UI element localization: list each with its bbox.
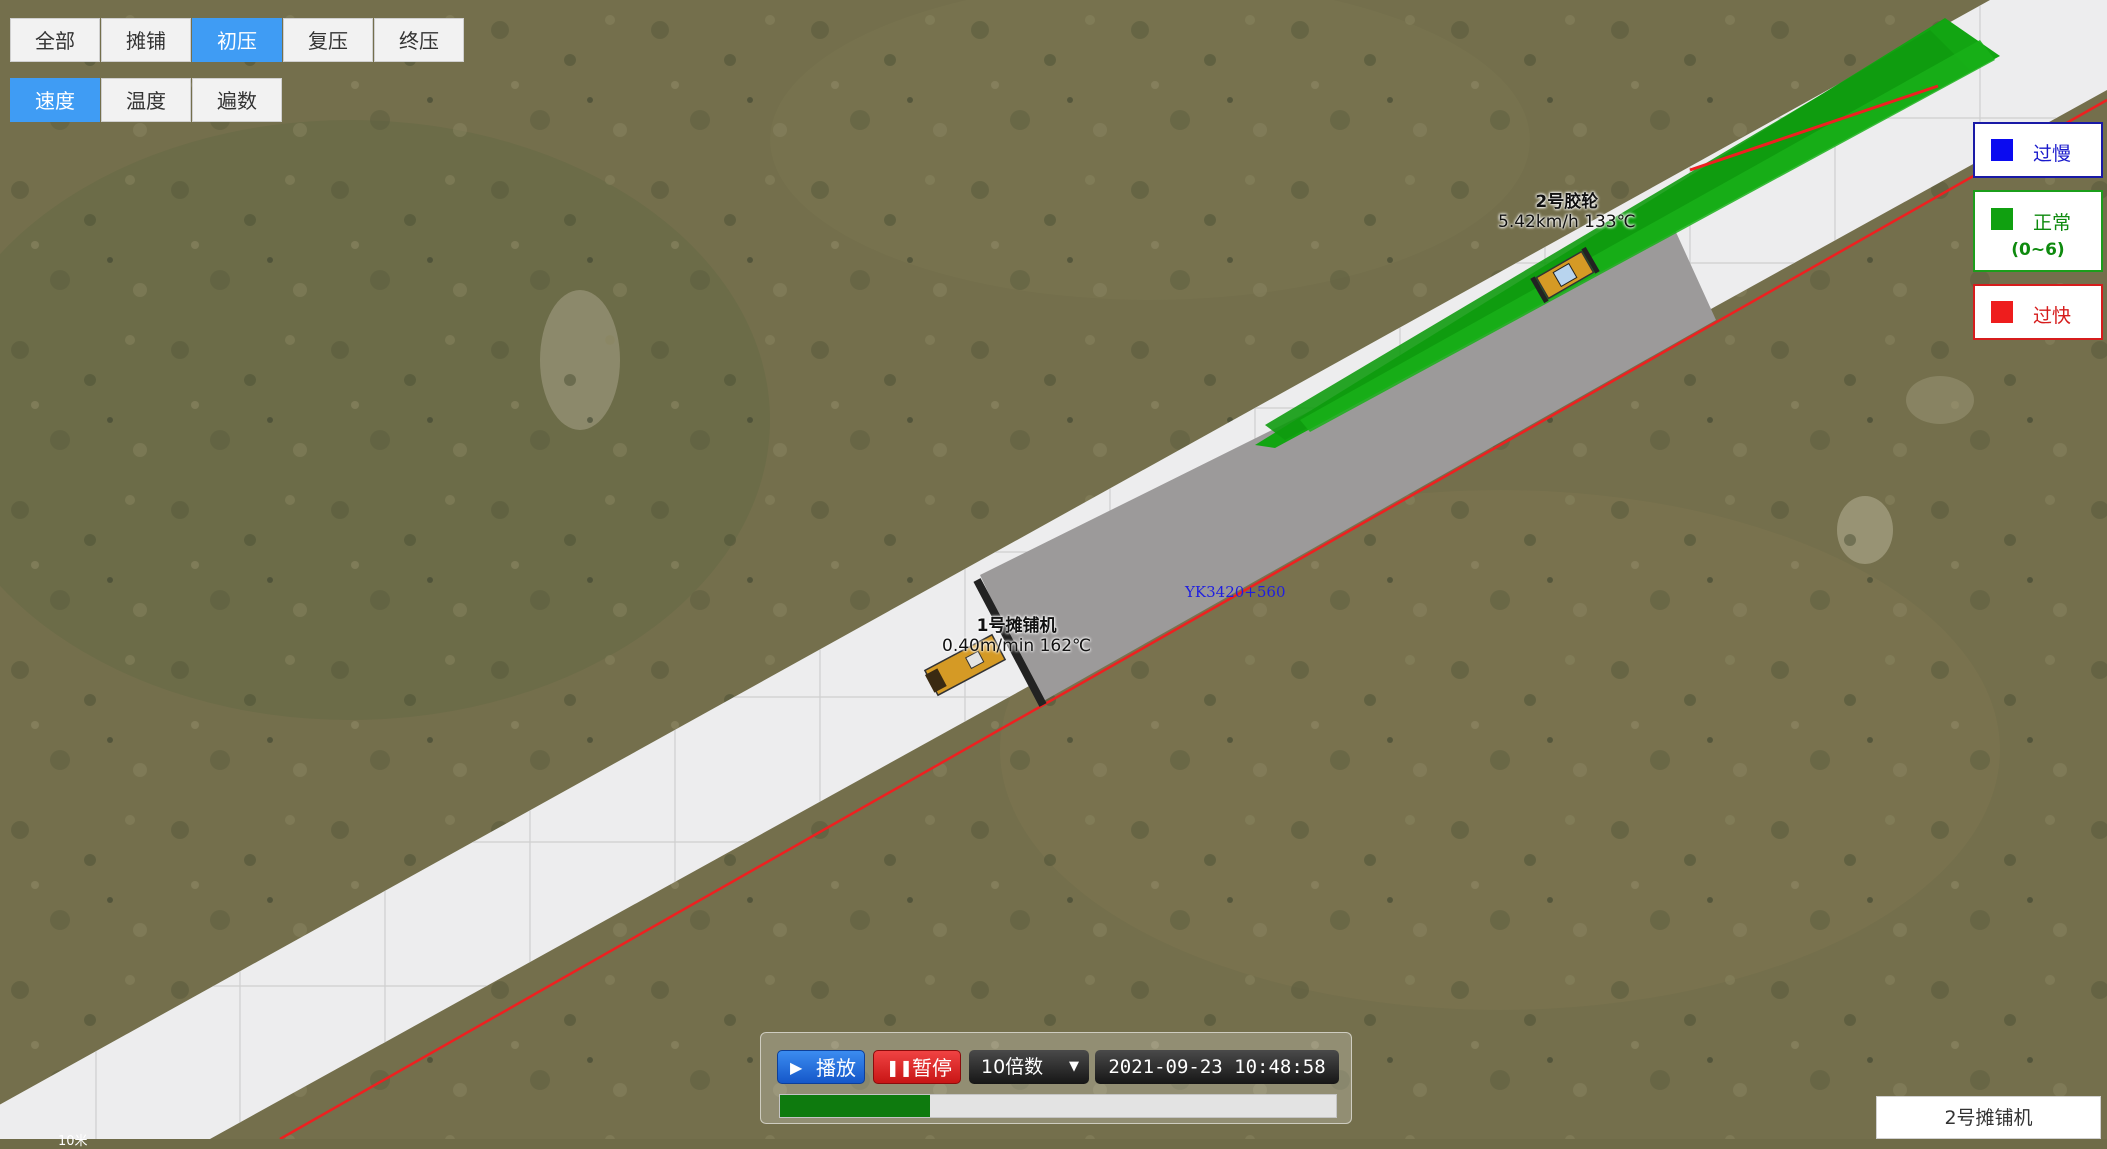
chevron-down-icon: ▼ [1069,1059,1079,1074]
legend-slow-swatch [1991,139,2013,161]
paver-name: 1号摊铺机 [976,616,1057,636]
roller-label: 2号胶轮 5.42km/h 133℃ [1498,192,1636,232]
tab-initial-compaction[interactable]: 初压 [192,18,282,62]
roller-name: 2号胶轮 [1535,192,1599,212]
scale-label: 10米 [58,1134,88,1149]
paver-label: 1号摊铺机 0.40m/min 162℃ [942,616,1091,656]
map-canvas[interactable] [0,0,2107,1139]
play-icon: ▶ [790,1058,803,1077]
pause-icon: ❚❚ [886,1058,913,1077]
playback-progress-bar[interactable] [779,1094,1337,1118]
play-button[interactable]: ▶ 播放 [777,1050,865,1084]
play-label: 播放 [816,1056,856,1080]
pause-label: 暂停 [912,1056,952,1080]
metric-tabs: 速度 温度 遍数 [10,78,283,122]
roller-info: 5.42km/h 133℃ [1498,212,1636,232]
legend-normal-range: (0~6) [2011,240,2065,260]
legend-fast-swatch [1991,301,2013,323]
legend-normal: 正常 (0~6) [1973,190,2103,272]
tab-final-compaction[interactable]: 终压 [374,18,464,62]
legend-fast-label: 过快 [2033,305,2072,327]
machine-select[interactable]: 2号摊铺机 [1876,1096,2101,1139]
legend-slow: 过慢 [1973,122,2103,178]
paver-info: 0.40m/min 162℃ [942,636,1092,656]
playback-speed-value: 10倍数 [981,1056,1044,1078]
phase-tabs: 全部 摊铺 初压 复压 终压 [10,18,465,62]
legend-normal-swatch [1991,208,2013,230]
tab-all[interactable]: 全部 [10,18,100,62]
legend-fast: 过快 [1973,284,2103,340]
legend-normal-label: 正常 [2033,212,2072,234]
pause-button[interactable]: ❚❚ 暂停 [873,1050,961,1084]
station-label: YK3420+560 [1185,583,1286,601]
playback-progress-fill [780,1095,931,1117]
tab-paving[interactable]: 摊铺 [101,18,191,62]
tab-temperature[interactable]: 温度 [101,78,191,122]
tab-pass-count[interactable]: 遍数 [192,78,282,122]
tab-speed[interactable]: 速度 [10,78,100,122]
tab-re-compaction[interactable]: 复压 [283,18,373,62]
playback-time: 2021-09-23 10:48:58 [1095,1050,1339,1084]
playback-panel: ▶ 播放 ❚❚ 暂停 10倍数 ▼ 2021-09-23 10:48:58 [760,1032,1352,1124]
legend-slow-label: 过慢 [2033,143,2072,165]
playback-speed-select[interactable]: 10倍数 ▼ [969,1050,1089,1084]
